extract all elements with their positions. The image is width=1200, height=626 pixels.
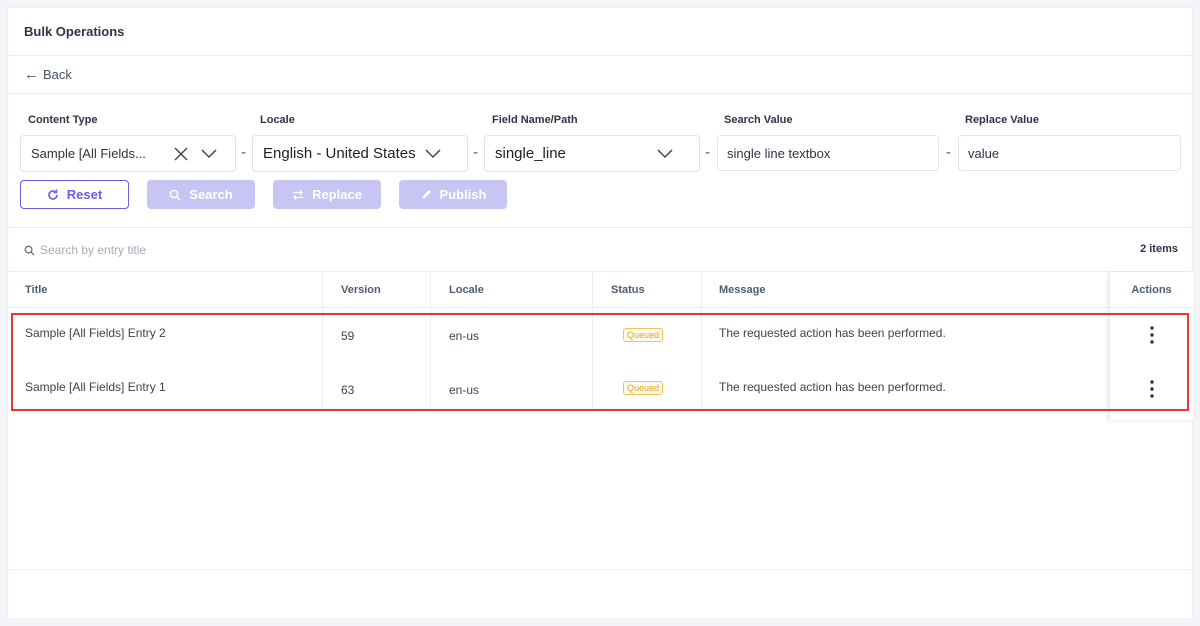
entry-locale: en-us	[449, 383, 480, 397]
refresh-icon	[47, 189, 59, 201]
swap-icon	[292, 189, 304, 201]
table-row[interactable]: Sample [All Fields] Entry 1 63 en-us Que…	[8, 363, 1108, 417]
field-name-value: single_line	[495, 145, 566, 162]
content-type-value: Sample [All Fields...	[31, 146, 146, 161]
bulk-operations-panel: Bulk Operations ← Back Content Type Loca…	[7, 7, 1194, 619]
separator: -	[241, 144, 246, 161]
page-title: Bulk Operations	[8, 8, 1192, 56]
locale-label: Locale	[260, 114, 295, 126]
entry-version: 63	[341, 383, 355, 397]
search-value-input[interactable]: single line textbox	[717, 135, 939, 171]
replace-label: Replace	[312, 187, 362, 202]
locale-value: English - United States	[263, 145, 416, 162]
field-name-label: Field Name/Path	[492, 114, 578, 126]
entry-title[interactable]: Sample [All Fields] Entry 1	[25, 380, 166, 394]
field-name-select[interactable]: single_line	[484, 135, 700, 172]
entry-title[interactable]: Sample [All Fields] Entry 2	[25, 326, 166, 340]
separator: -	[946, 144, 951, 161]
close-icon[interactable]	[171, 144, 191, 164]
item-count: 2 items	[1140, 243, 1178, 255]
entry-search-input[interactable]: Search by entry title	[40, 243, 146, 257]
filter-bar: Content Type Locale Field Name/Path Sear…	[8, 94, 1192, 228]
column-header-actions: Actions	[1110, 272, 1193, 308]
more-vertical-icon[interactable]	[1144, 324, 1160, 346]
status-badge: Queued	[623, 381, 664, 395]
chevron-down-icon[interactable]	[655, 144, 675, 164]
back-label: Back	[43, 67, 72, 82]
publish-button[interactable]: Publish	[399, 180, 507, 209]
entry-message: The requested action has been performed.	[719, 326, 946, 340]
divider	[8, 569, 1194, 570]
entry-locale: en-us	[449, 329, 480, 343]
content-type-select[interactable]: Sample [All Fields...	[20, 135, 236, 172]
column-header-status[interactable]: Status	[611, 272, 645, 308]
column-header-version[interactable]: Version	[341, 272, 381, 308]
entry-version: 59	[341, 329, 355, 343]
table-header: Title Version Locale Status Message	[8, 272, 1192, 308]
reset-label: Reset	[66, 187, 103, 202]
chevron-down-icon[interactable]	[423, 144, 443, 164]
search-value-label: Search Value	[724, 114, 793, 126]
search-icon	[24, 243, 35, 261]
publish-icon	[420, 189, 432, 201]
entry-message: The requested action has been performed.	[719, 380, 946, 394]
replace-value-label: Replace Value	[965, 114, 1039, 126]
search-button[interactable]: Search	[147, 180, 255, 209]
back-link[interactable]: ← Back	[8, 56, 1192, 94]
separator: -	[473, 144, 478, 161]
column-header-locale[interactable]: Locale	[449, 272, 484, 308]
status-badge: Queued	[623, 328, 664, 342]
actions-column: Actions	[1109, 272, 1193, 420]
chevron-down-icon[interactable]	[199, 144, 219, 164]
search-label: Search	[189, 187, 233, 202]
entries-table: Title Version Locale Status Message Samp…	[8, 272, 1193, 420]
column-header-title[interactable]: Title	[25, 272, 47, 308]
column-header-message[interactable]: Message	[719, 272, 765, 308]
reset-button[interactable]: Reset	[20, 180, 129, 209]
table-row[interactable]: Sample [All Fields] Entry 2 59 en-us Que…	[8, 309, 1108, 363]
locale-select[interactable]: English - United States	[252, 135, 468, 172]
separator: -	[705, 144, 710, 161]
publish-label: Publish	[439, 187, 487, 202]
arrow-left-icon: ←	[24, 66, 39, 83]
replace-button[interactable]: Replace	[273, 180, 381, 209]
more-vertical-icon[interactable]	[1144, 378, 1160, 400]
search-icon	[169, 189, 181, 201]
replace-value-input[interactable]: value	[958, 135, 1181, 171]
entry-search-bar: Search by entry title 2 items	[8, 228, 1192, 272]
content-type-label: Content Type	[28, 114, 98, 126]
